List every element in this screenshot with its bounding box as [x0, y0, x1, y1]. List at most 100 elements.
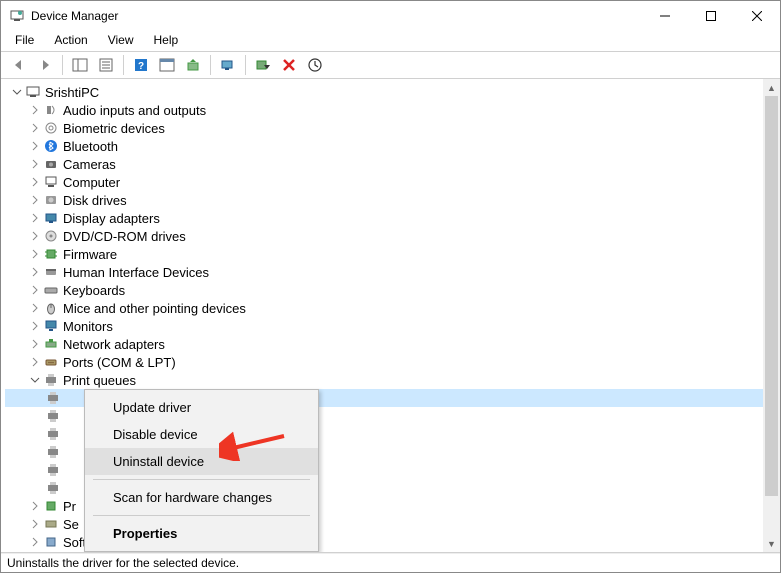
toolbar-separator — [123, 55, 124, 75]
tree-category-label: Keyboards — [63, 283, 125, 298]
context-update-driver[interactable]: Update driver — [85, 394, 318, 421]
tree-category-label: Network adapters — [63, 337, 165, 352]
help-icon[interactable]: ? — [129, 53, 153, 77]
tree-category-label: Disk drives — [63, 193, 127, 208]
tree-category-label: Biometric devices — [63, 121, 165, 136]
tree-category[interactable]: Network adapters — [5, 335, 780, 353]
chevron-right-icon[interactable] — [27, 105, 43, 115]
tree-category[interactable]: Cameras — [5, 155, 780, 173]
tree-category[interactable]: Biometric devices — [5, 119, 780, 137]
menu-view[interactable]: View — [98, 31, 144, 51]
tree-category[interactable]: DVD/CD-ROM drives — [5, 227, 780, 245]
chevron-right-icon[interactable] — [27, 177, 43, 187]
window-title: Device Manager — [31, 9, 642, 23]
action-icon[interactable] — [155, 53, 179, 77]
tree-category[interactable]: Computer — [5, 173, 780, 191]
category-icon — [43, 120, 59, 136]
forward-icon[interactable] — [33, 53, 57, 77]
chevron-right-icon[interactable] — [27, 519, 43, 529]
app-icon — [9, 8, 25, 24]
maximize-button[interactable] — [688, 1, 734, 31]
tree-category-label: Se — [63, 517, 79, 532]
tree-root-label: SrishtiPC — [45, 85, 99, 100]
category-icon — [43, 246, 59, 262]
tree-category-label: Cameras — [63, 157, 116, 172]
context-disable-device[interactable]: Disable device — [85, 421, 318, 448]
tree-category-label: Monitors — [63, 319, 113, 334]
context-scan-hardware[interactable]: Scan for hardware changes — [85, 484, 318, 511]
computer-icon — [25, 84, 41, 100]
tree-category[interactable]: Mice and other pointing devices — [5, 299, 780, 317]
chevron-right-icon[interactable] — [27, 501, 43, 511]
tree-category-label: Pr — [63, 499, 76, 514]
chevron-down-icon[interactable] — [9, 87, 25, 97]
printer-icon — [45, 408, 61, 424]
scroll-up-icon[interactable]: ▲ — [763, 79, 780, 96]
category-icon — [43, 498, 59, 514]
printer-icon — [45, 480, 61, 496]
tree-root[interactable]: SrishtiPC — [5, 83, 780, 101]
menu-help[interactable]: Help — [144, 31, 189, 51]
uninstall-device-icon[interactable] — [277, 53, 301, 77]
tree-category[interactable]: Monitors — [5, 317, 780, 335]
chevron-right-icon[interactable] — [27, 141, 43, 151]
tree-category[interactable]: Human Interface Devices — [5, 263, 780, 281]
chevron-right-icon[interactable] — [27, 321, 43, 331]
context-uninstall-device[interactable]: Uninstall device — [85, 448, 318, 475]
tree-category[interactable]: Display adapters — [5, 209, 780, 227]
tree-category[interactable]: Disk drives — [5, 191, 780, 209]
menu-action[interactable]: Action — [44, 31, 97, 51]
tree-category-label: Print queues — [63, 373, 136, 388]
device-tree-panel: SrishtiPC Audio inputs and outputs Biomet… — [1, 79, 780, 553]
category-icon — [43, 192, 59, 208]
tree-category[interactable]: Print queues — [5, 371, 780, 389]
scrollbar-thumb[interactable] — [765, 96, 778, 496]
chevron-down-icon[interactable] — [27, 375, 43, 385]
toolbar-separator — [245, 55, 246, 75]
vertical-scrollbar[interactable]: ▲ ▼ — [763, 79, 780, 552]
chevron-right-icon[interactable] — [27, 213, 43, 223]
context-separator — [93, 515, 310, 516]
tree-category-label: Ports (COM & LPT) — [63, 355, 176, 370]
chevron-right-icon[interactable] — [27, 267, 43, 277]
minimize-button[interactable] — [642, 1, 688, 31]
tree-category[interactable]: Bluetooth — [5, 137, 780, 155]
chevron-right-icon[interactable] — [27, 357, 43, 367]
tree-category-label: Audio inputs and outputs — [63, 103, 206, 118]
scan-changes-icon[interactable] — [303, 53, 327, 77]
printer-icon — [45, 426, 61, 442]
chevron-right-icon[interactable] — [27, 123, 43, 133]
disable-device-icon[interactable] — [251, 53, 275, 77]
tree-category[interactable]: Ports (COM & LPT) — [5, 353, 780, 371]
scroll-down-icon[interactable]: ▼ — [763, 535, 780, 552]
scan-hardware-icon[interactable] — [216, 53, 240, 77]
tree-category[interactable]: Keyboards — [5, 281, 780, 299]
tree-category[interactable]: Firmware — [5, 245, 780, 263]
chevron-right-icon[interactable] — [27, 159, 43, 169]
show-hide-tree-icon[interactable] — [68, 53, 92, 77]
update-driver-icon[interactable] — [181, 53, 205, 77]
category-icon — [43, 534, 59, 550]
context-menu: Update driver Disable device Uninstall d… — [84, 389, 319, 552]
properties-icon[interactable] — [94, 53, 118, 77]
chevron-right-icon[interactable] — [27, 339, 43, 349]
context-properties[interactable]: Properties — [85, 520, 318, 547]
tree-category[interactable]: Audio inputs and outputs — [5, 101, 780, 119]
chevron-right-icon[interactable] — [27, 231, 43, 241]
tree-category-label: Computer — [63, 175, 120, 190]
category-icon — [43, 156, 59, 172]
menu-file[interactable]: File — [5, 31, 44, 51]
chevron-right-icon[interactable] — [27, 303, 43, 313]
category-icon — [43, 228, 59, 244]
close-button[interactable] — [734, 1, 780, 31]
chevron-right-icon[interactable] — [27, 285, 43, 295]
category-icon — [43, 264, 59, 280]
chevron-right-icon[interactable] — [27, 195, 43, 205]
category-icon — [43, 354, 59, 370]
chevron-right-icon[interactable] — [27, 249, 43, 259]
tree-category-label: Mice and other pointing devices — [63, 301, 246, 316]
back-icon[interactable] — [7, 53, 31, 77]
tree-category-label: DVD/CD-ROM drives — [63, 229, 186, 244]
titlebar: Device Manager — [1, 1, 780, 31]
chevron-right-icon[interactable] — [27, 537, 43, 547]
